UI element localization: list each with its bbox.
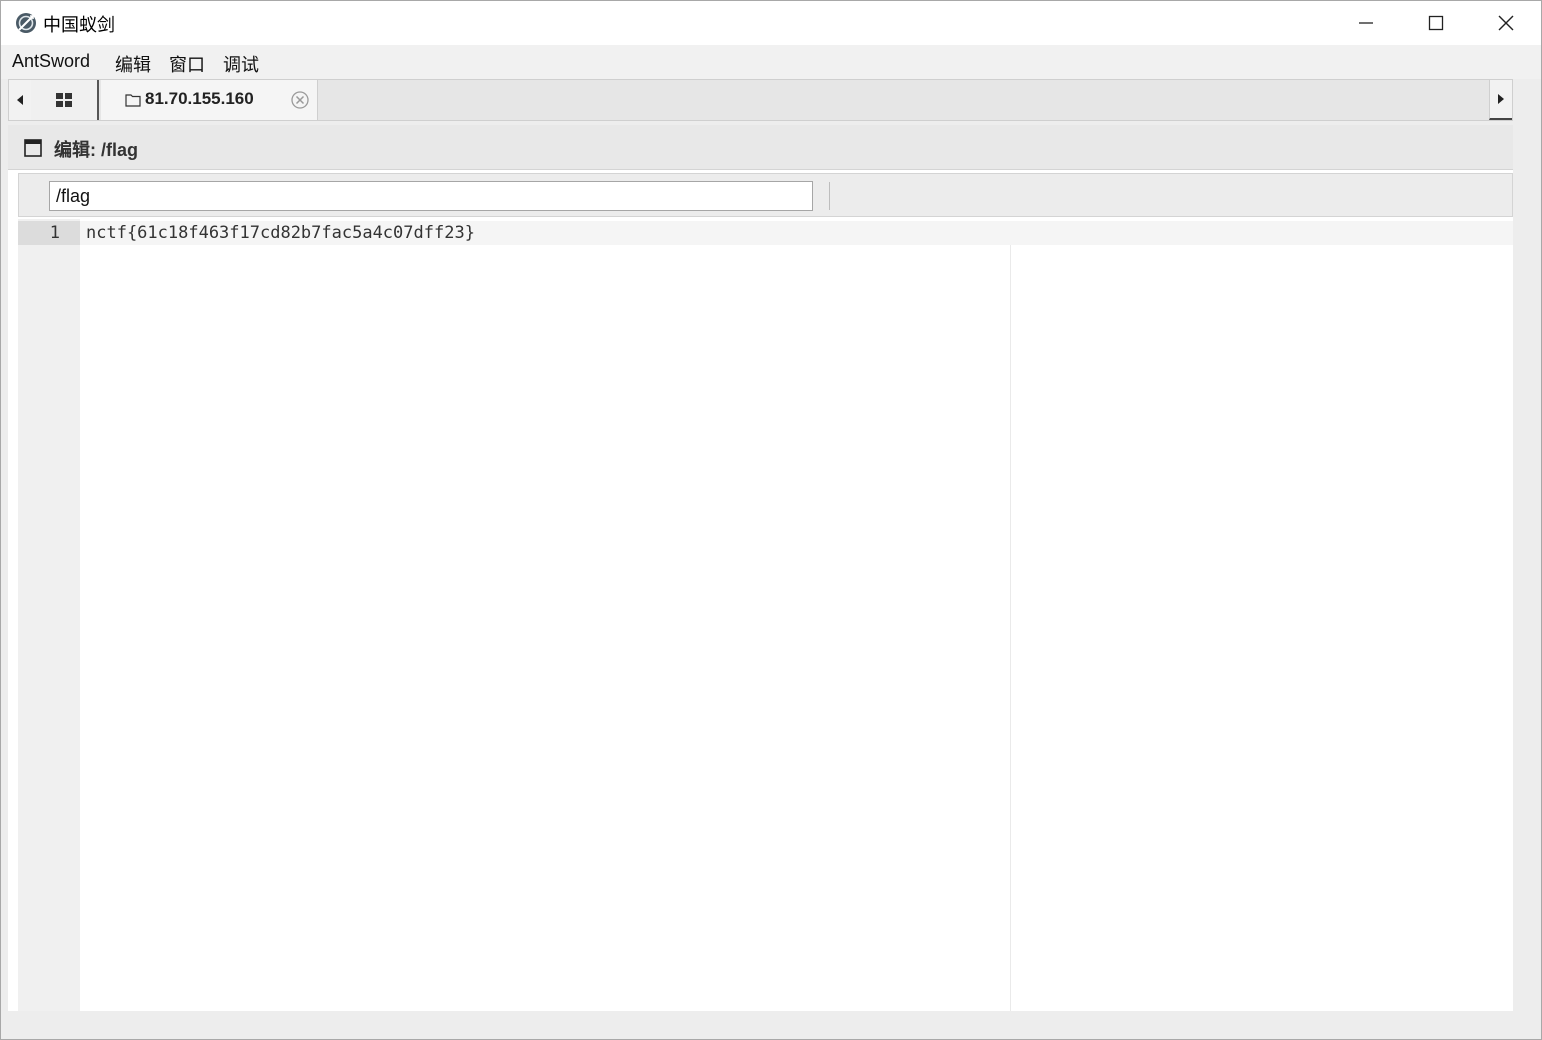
tab-home[interactable]: [31, 80, 99, 120]
maximize-icon: [1428, 15, 1444, 31]
minimize-button[interactable]: [1331, 1, 1401, 45]
menu-edit[interactable]: 编辑: [115, 51, 151, 77]
code-editor[interactable]: 1 nctf{61c18f463f17cd82b7fac5a4c07dff23}: [18, 219, 1513, 1011]
line-number: 1: [49, 223, 60, 243]
app-window: 中国蚁剑 AntSword 编辑 窗口 调试 81.70.155.160 编辑:…: [0, 0, 1542, 1040]
tab-close-icon[interactable]: [291, 91, 309, 113]
minimize-icon: [1359, 22, 1373, 24]
menu-antsword[interactable]: AntSword: [12, 51, 90, 72]
line-gutter: 1: [18, 219, 80, 1011]
grid-icon: [56, 93, 72, 107]
close-icon: [1498, 15, 1514, 31]
maximize-button[interactable]: [1401, 1, 1471, 45]
tab-scroll-right-button[interactable]: [1489, 80, 1512, 120]
window-title: 中国蚁剑: [43, 15, 115, 36]
panel-title: 编辑: /flag: [54, 140, 138, 160]
caret-right-icon: [1498, 94, 1504, 104]
menu-debug[interactable]: 调试: [223, 51, 259, 77]
antsword-logo-icon: [15, 12, 37, 34]
window-panel-icon[interactable]: [24, 139, 42, 161]
tab-host-label: 81.70.155.160: [145, 89, 254, 108]
title-bar: 中国蚁剑: [1, 1, 1541, 45]
tab-host[interactable]: 81.70.155.160: [101, 80, 318, 120]
tab-scroll-left-button[interactable]: [9, 80, 32, 120]
close-button[interactable]: [1471, 1, 1541, 45]
tab-bar: 81.70.155.160: [8, 79, 1513, 121]
path-input[interactable]: [49, 181, 813, 211]
folder-icon: [125, 92, 141, 111]
toolbar-divider: [829, 182, 830, 210]
print-margin: [1010, 245, 1011, 1011]
menu-window[interactable]: 窗口: [169, 51, 205, 77]
editor-panel: 编辑: /flag 1 nctf{61c18f463f17cd82b7fac5a…: [8, 125, 1513, 1011]
path-toolbar: [18, 173, 1513, 217]
code-line[interactable]: nctf{61c18f463f17cd82b7fac5a4c07dff23}: [86, 223, 475, 243]
menu-bar: AntSword 编辑 窗口 调试: [1, 45, 1541, 79]
caret-left-icon: [17, 95, 23, 105]
panel-header: 编辑: /flag: [8, 125, 1513, 170]
